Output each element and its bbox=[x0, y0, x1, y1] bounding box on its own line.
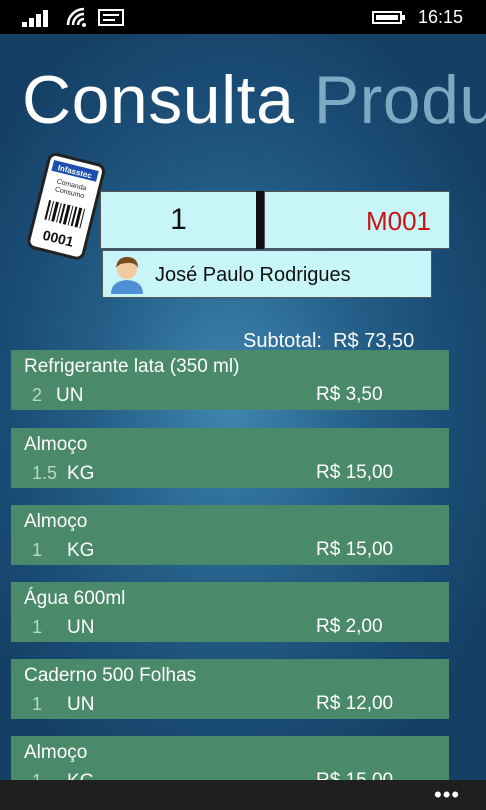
customer-name-field[interactable]: José Paulo Rodrigues bbox=[102, 250, 432, 298]
title-secondary[interactable]: Produ bbox=[314, 62, 486, 138]
item-name: Caderno 500 Folhas bbox=[24, 665, 197, 686]
item-price: R$ 15,00 bbox=[316, 539, 394, 560]
battery-icon bbox=[372, 11, 405, 24]
app-bar: ••• bbox=[0, 780, 486, 810]
item-name: Almoço bbox=[24, 511, 88, 532]
user-avatar-icon bbox=[111, 257, 143, 294]
status-bar: 16:15 bbox=[0, 0, 486, 34]
clock: 16:15 bbox=[418, 7, 464, 27]
item-price: R$ 3,50 bbox=[316, 384, 383, 405]
item-unit: KG bbox=[67, 540, 95, 561]
field-separator bbox=[256, 191, 264, 249]
list-item[interactable]: Almoço 1 KG R$ 15,00 bbox=[11, 505, 449, 565]
item-unit: UN bbox=[67, 617, 95, 638]
item-qty: 2 bbox=[32, 385, 43, 405]
item-unit: KG bbox=[67, 463, 95, 484]
item-qty: 1 bbox=[32, 694, 43, 714]
list-item[interactable]: Almoço 1.5 KG R$ 15,00 bbox=[11, 428, 449, 488]
item-price: R$ 15,00 bbox=[316, 462, 394, 483]
item-price: R$ 2,00 bbox=[316, 616, 383, 637]
item-name: Almoço bbox=[24, 434, 88, 455]
item-name: Refrigerante lata (350 ml) bbox=[24, 356, 240, 377]
item-unit: UN bbox=[67, 694, 95, 715]
item-qty: 1 bbox=[32, 617, 43, 637]
item-unit: UN bbox=[56, 385, 84, 406]
comanda-code-field[interactable]: M001 bbox=[264, 191, 450, 249]
item-qty: 1 bbox=[32, 540, 43, 560]
wifi-icon bbox=[66, 7, 86, 27]
list-item[interactable]: Água 600ml 1 UN R$ 2,00 bbox=[11, 582, 449, 642]
more-options-button[interactable]: ••• bbox=[434, 784, 460, 806]
message-icon bbox=[98, 9, 124, 26]
page-title: Consulta Produ bbox=[22, 60, 486, 140]
subtotal-value: R$ 73,50 bbox=[333, 330, 415, 352]
item-name: Água 600ml bbox=[24, 588, 126, 609]
item-price: R$ 12,00 bbox=[316, 693, 394, 714]
item-name: Almoço bbox=[24, 742, 88, 763]
list-item[interactable]: Caderno 500 Folhas 1 UN R$ 12,00 bbox=[11, 659, 449, 719]
comanda-card-icon: Infasstec Comanda Consumo 0001 bbox=[27, 152, 106, 260]
list-item[interactable]: Refrigerante lata (350 ml) 2 UN R$ 3,50 bbox=[11, 350, 449, 410]
item-qty: 1.5 bbox=[32, 463, 58, 483]
signal-icon bbox=[22, 9, 56, 27]
comanda-number-field[interactable]: 1 bbox=[100, 191, 257, 249]
title-main: Consulta bbox=[22, 62, 295, 138]
subtotal-label: Subtotal: bbox=[243, 330, 322, 352]
